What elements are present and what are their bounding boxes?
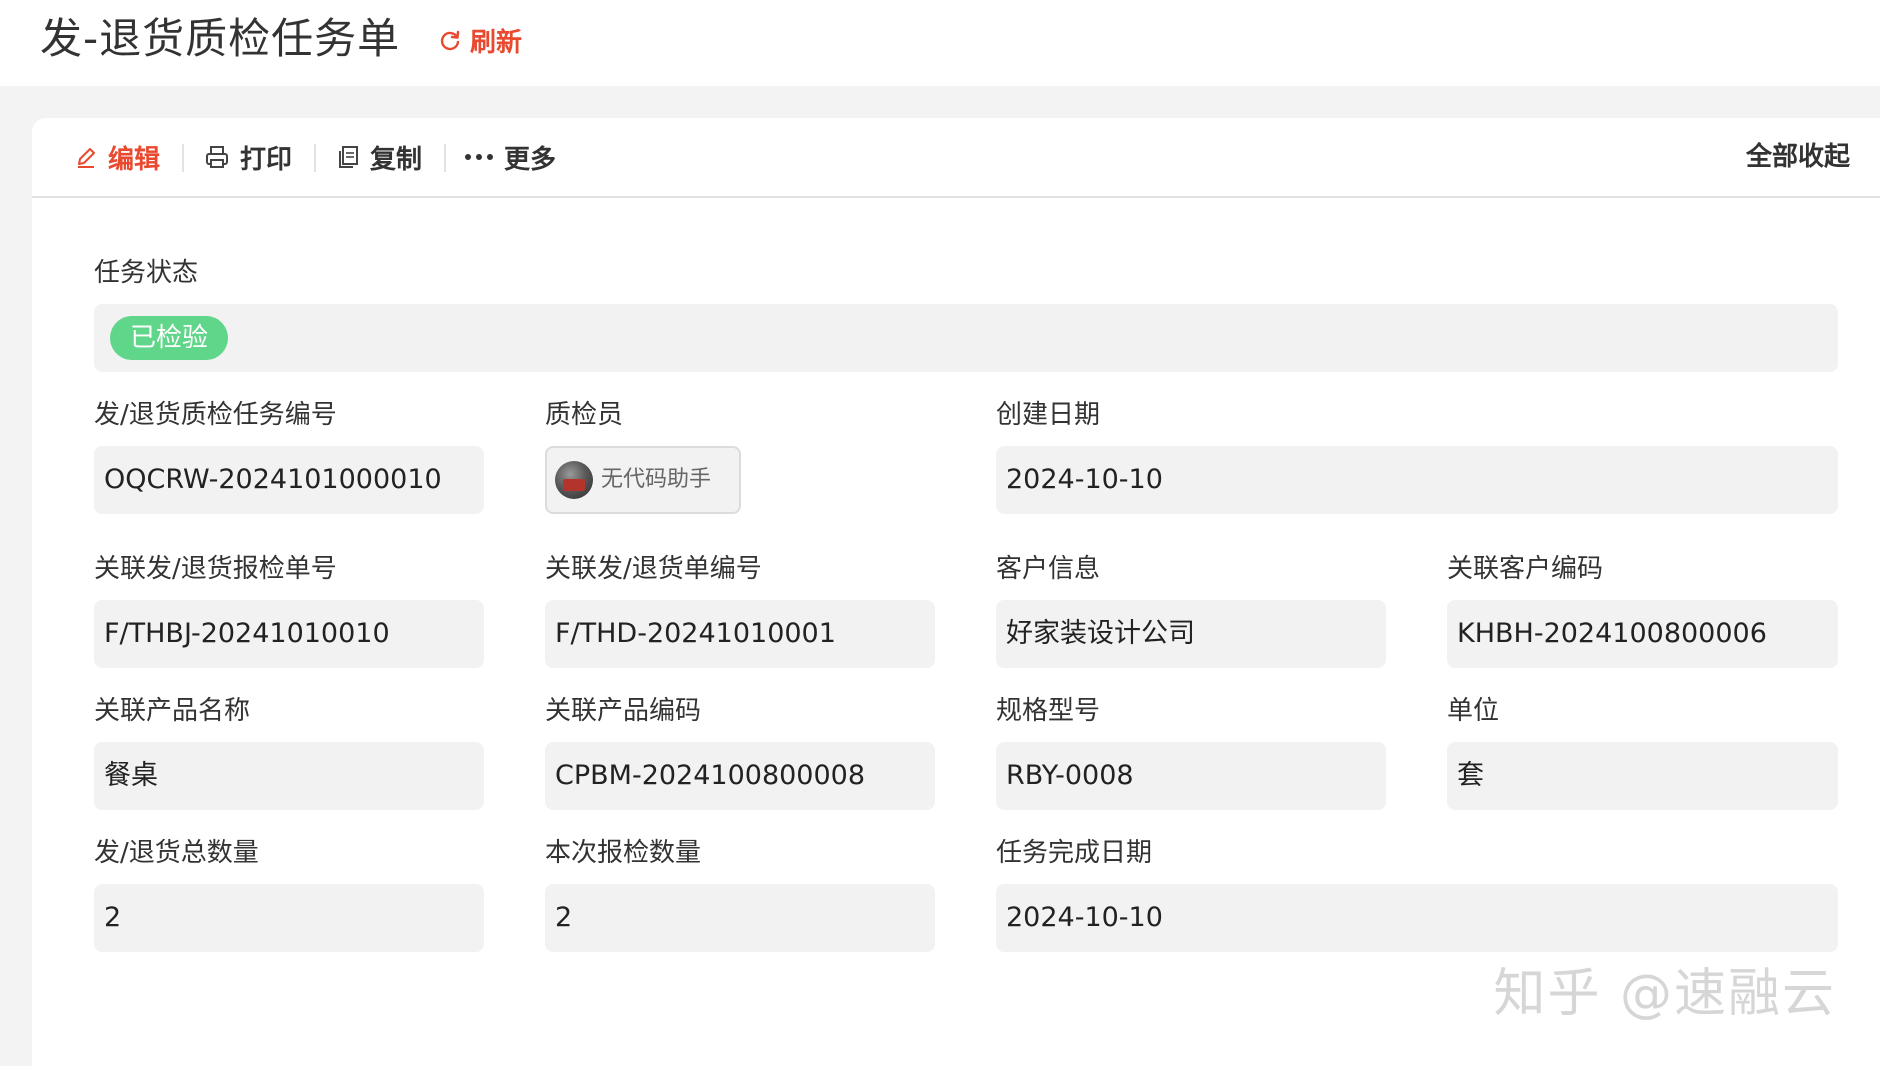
order-no-field: F/THD-20241010001 xyxy=(545,600,935,668)
refresh-icon xyxy=(440,30,460,51)
customer-label: 客户信息 xyxy=(996,554,1101,584)
toolbar-divider xyxy=(182,144,184,172)
print-button[interactable]: 打印 xyxy=(204,140,293,175)
refresh-button[interactable]: 刷新 xyxy=(438,20,522,60)
report-no-label: 关联发/退货报检单号 xyxy=(94,554,337,584)
pencil-icon xyxy=(78,148,95,168)
toolbar: 编辑 打印 复制 更多 全部收起 xyxy=(32,118,1880,198)
inspector-label: 质检员 xyxy=(545,400,624,430)
copy-icon xyxy=(339,146,358,168)
customer-code-label: 关联客户编码 xyxy=(1447,554,1604,584)
copy-label: 复制 xyxy=(370,144,423,175)
inspector-field: 无代码助手 xyxy=(545,446,741,514)
printer-icon xyxy=(206,146,228,168)
total-qty-label: 发/退货总数量 xyxy=(94,838,259,868)
created-date-label: 创建日期 xyxy=(996,400,1101,430)
refresh-label: 刷新 xyxy=(470,27,523,58)
task-no-field: OQCRW-2024101000010 xyxy=(94,446,484,514)
order-no-label: 关联发/退货单编号 xyxy=(545,554,762,584)
print-label: 打印 xyxy=(240,144,293,175)
inspect-qty-field: 2 xyxy=(545,884,935,952)
spec-field: RBY-0008 xyxy=(996,742,1386,810)
product-name-label: 关联产品名称 xyxy=(94,696,251,726)
toolbar-divider xyxy=(314,144,316,172)
more-dots-icon xyxy=(465,154,493,160)
inspector-name: 无代码助手 xyxy=(601,467,712,492)
collapse-all-button[interactable]: 全部收起 xyxy=(1746,140,1850,174)
more-button[interactable]: 更多 xyxy=(464,140,557,175)
report-no-field: F/THBJ-20241010010 xyxy=(94,600,484,668)
finish-date-field: 2024-10-10 xyxy=(996,884,1838,952)
edit-button[interactable]: 编辑 xyxy=(74,140,161,175)
finish-date-label: 任务完成日期 xyxy=(996,838,1153,868)
total-qty-field: 2 xyxy=(94,884,484,952)
user-chip[interactable]: 无代码助手 xyxy=(545,446,741,514)
customer-field: 好家装设计公司 xyxy=(996,600,1386,668)
spec-label: 规格型号 xyxy=(996,696,1101,726)
toolbar-divider xyxy=(444,144,446,172)
unit-label: 单位 xyxy=(1447,696,1500,726)
status-badge: 已检验 xyxy=(110,316,229,360)
detail-card: 编辑 打印 复制 更多 全部收起 任务状态 已检验 发/退货质检任务编号 OQC… xyxy=(32,118,1880,1066)
task-no-label: 发/退货质检任务编号 xyxy=(94,400,337,430)
created-date-field: 2024-10-10 xyxy=(996,446,1838,514)
more-label: 更多 xyxy=(504,144,557,175)
status-field: 已检验 xyxy=(94,304,1838,372)
top-header: 发-退货质检任务单 刷新 xyxy=(0,0,1880,86)
copy-button[interactable]: 复制 xyxy=(336,140,423,175)
unit-field: 套 xyxy=(1447,742,1838,810)
product-name-field: 餐桌 xyxy=(94,742,484,810)
status-label: 任务状态 xyxy=(94,258,199,288)
inspect-qty-label: 本次报检数量 xyxy=(545,838,702,868)
page-title: 发-退货质检任务单 xyxy=(40,14,401,63)
watermark: 知乎 @速融云 xyxy=(1493,964,1836,1024)
product-code-field: CPBM-2024100800008 xyxy=(545,742,935,810)
edit-label: 编辑 xyxy=(108,144,161,175)
product-code-label: 关联产品编码 xyxy=(545,696,702,726)
customer-code-field: KHBH-2024100800006 xyxy=(1447,600,1838,668)
avatar xyxy=(555,461,593,499)
